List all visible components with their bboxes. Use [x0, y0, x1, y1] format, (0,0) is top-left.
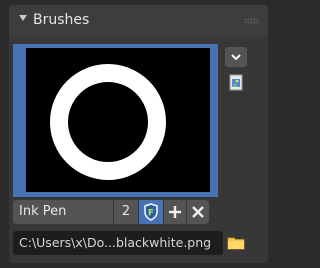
browse-image-button[interactable] — [226, 233, 246, 253]
add-brush-button[interactable] — [164, 200, 186, 224]
drag-grip-icon[interactable] — [244, 18, 258, 24]
panel-header[interactable]: Brushes — [9, 5, 268, 37]
chevron-down-icon — [231, 54, 241, 61]
plus-icon — [169, 206, 181, 218]
brush-list-dropdown-button[interactable] — [225, 47, 247, 67]
image-icon — [229, 74, 243, 91]
image-icon-button[interactable] — [225, 73, 247, 93]
close-icon — [192, 206, 204, 218]
svg-text:F: F — [148, 209, 154, 219]
image-path-field[interactable]: C:\Users\x\Do...blackwhite.png — [13, 231, 223, 255]
remove-brush-button[interactable] — [187, 200, 209, 224]
collapse-arrow-icon[interactable] — [19, 15, 27, 21]
panel-title: Brushes — [33, 12, 90, 28]
brush-name-field[interactable]: Ink Pen — [13, 200, 113, 224]
shield-f-icon: F — [144, 203, 158, 221]
ring-icon — [50, 64, 166, 180]
folder-icon — [227, 237, 245, 250]
brush-users-count[interactable]: 2 — [114, 200, 138, 224]
brush-preview-image[interactable] — [26, 48, 210, 192]
fake-user-button[interactable]: F — [139, 200, 163, 224]
